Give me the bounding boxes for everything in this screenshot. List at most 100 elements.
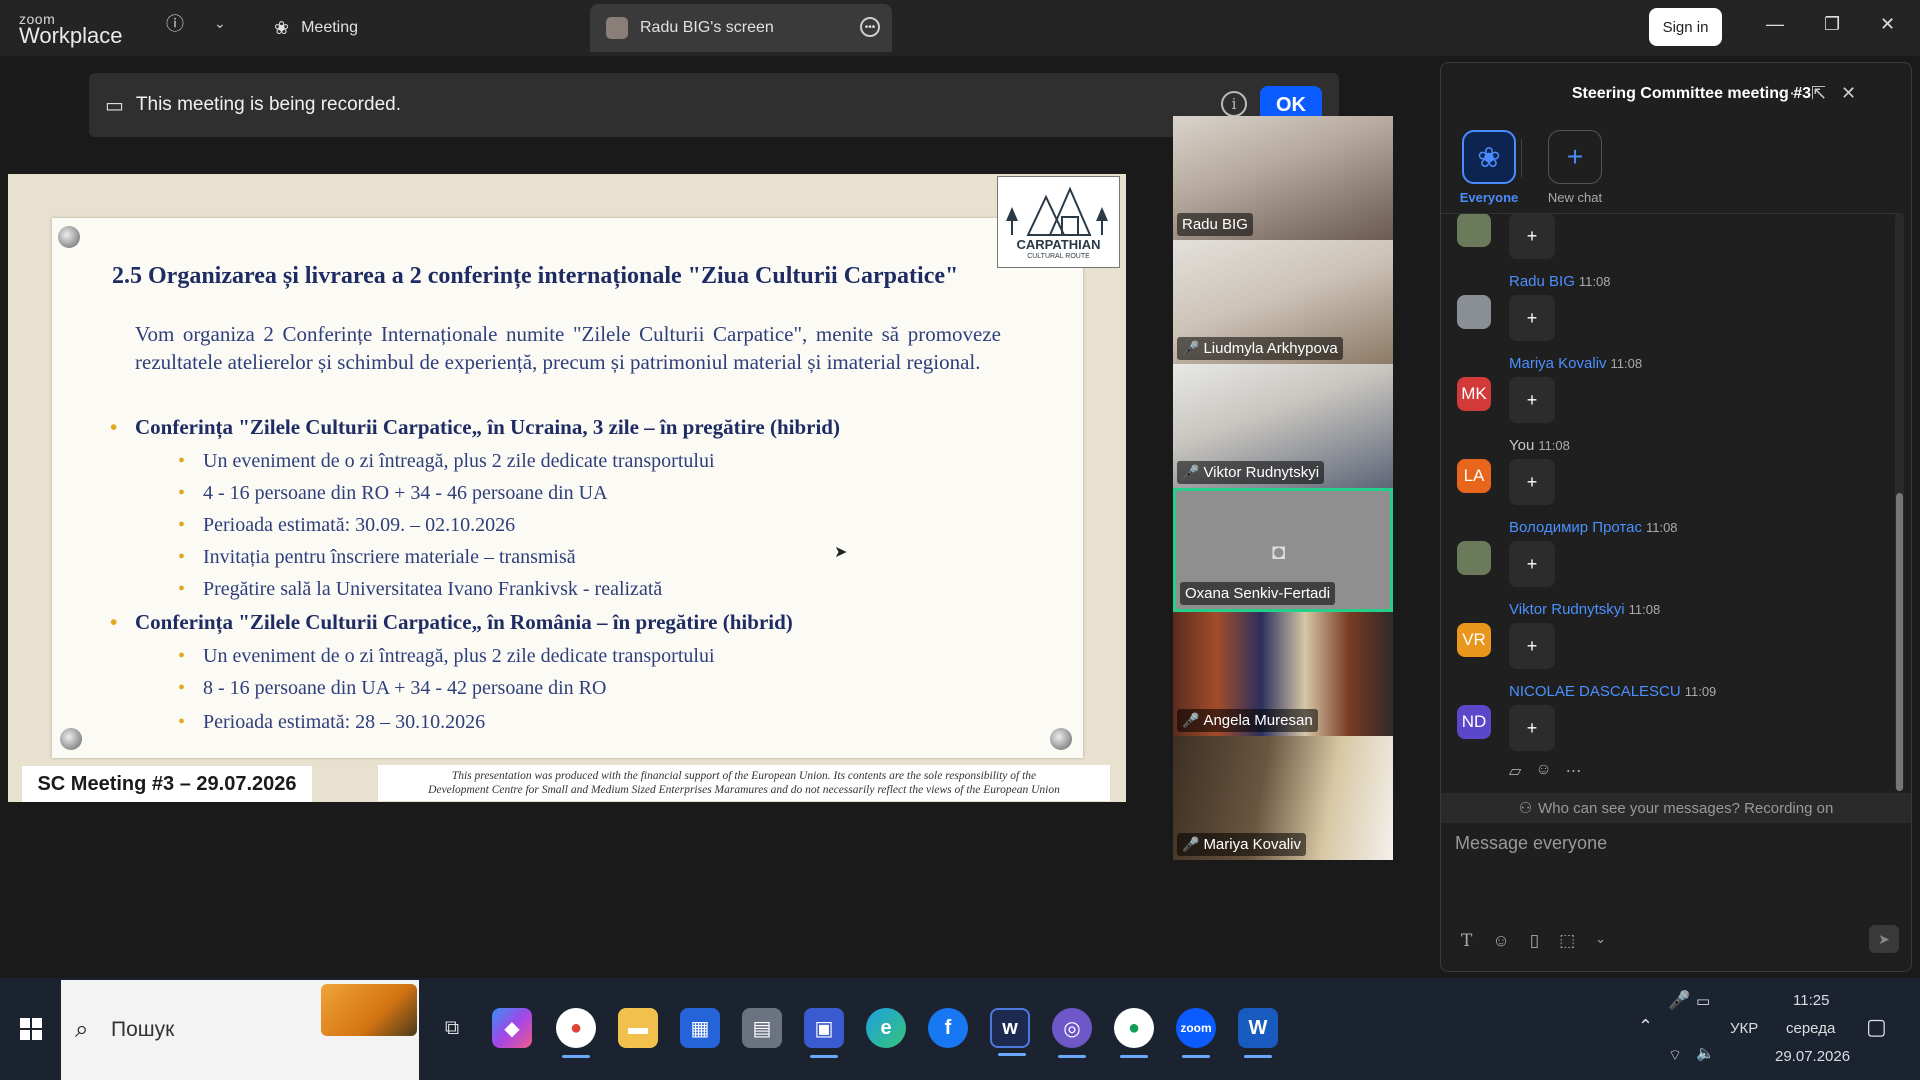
- screenshot-icon[interactable]: ⬚: [1559, 931, 1575, 951]
- video-tile[interactable]: Radu BIG: [1173, 116, 1393, 240]
- channel-everyone[interactable]: ❀ Everyone: [1449, 130, 1529, 205]
- logo-title: CARPATHIAN: [1016, 237, 1101, 252]
- carpathian-logo: CARPATHIAN CULTURAL ROUTE: [997, 176, 1120, 268]
- add-reaction-button[interactable]: +: [1509, 623, 1555, 669]
- search-placeholder: Пошук: [111, 1018, 175, 1041]
- windows-start-icon[interactable]: [20, 1018, 42, 1040]
- chevron-up-icon[interactable]: ⌃: [1638, 1016, 1653, 1037]
- add-reaction-button[interactable]: +: [1509, 459, 1555, 505]
- privacy-notice[interactable]: ⚇ Who can see your messages? Recording o…: [1441, 793, 1911, 823]
- info-icon[interactable]: i: [1221, 91, 1247, 117]
- add-reaction-button[interactable]: +: [1509, 705, 1555, 751]
- video-tile[interactable]: 🎤 Angela Muresan: [1173, 612, 1393, 736]
- info-icon[interactable]: ⓘ: [166, 15, 184, 33]
- video-tile-active-speaker[interactable]: ◘ Oxana Senkiv-Fertadi: [1173, 488, 1393, 612]
- clock-date[interactable]: 29.07.2026: [1775, 1048, 1850, 1065]
- sender-label: NICOLAE DASCALESCU: [1509, 683, 1681, 700]
- chevron-down-icon[interactable]: ⌄: [214, 16, 226, 30]
- sender-name[interactable]: Mariya Kovaliv 11:08: [1509, 355, 1642, 372]
- restore-icon[interactable]: ❐: [1824, 14, 1840, 35]
- word-icon[interactable]: W: [1238, 1008, 1278, 1058]
- message-time: 11:08: [1645, 520, 1678, 535]
- add-reaction-button[interactable]: +: [1509, 214, 1555, 259]
- clock-time[interactable]: 11:25: [1793, 992, 1829, 1009]
- edge-icon[interactable]: e: [866, 1008, 906, 1048]
- chevron-down-icon[interactable]: ⌄: [1595, 931, 1606, 951]
- sender-label: Viktor Rudnytskyi: [1509, 601, 1625, 618]
- pop-out-icon[interactable]: ⇱: [1811, 83, 1826, 104]
- slide-title: 2.5 Organizarea și livrarea a 2 conferin…: [112, 263, 959, 289]
- disclaimer-line: This presentation was produced with the …: [451, 770, 1037, 782]
- chrome-profile-icon[interactable]: ●: [1114, 1008, 1154, 1058]
- video-tile[interactable]: 🎤 Mariya Kovaliv: [1173, 736, 1393, 860]
- paw-icon: ❀: [274, 17, 290, 38]
- save-app-icon[interactable]: ▣: [804, 1008, 844, 1058]
- search-icon: ⌕: [75, 1016, 89, 1043]
- tab-meeting[interactable]: ❀ Meeting: [258, 4, 578, 52]
- minimize-icon[interactable]: —: [1766, 14, 1784, 35]
- channel-new-chat[interactable]: + New chat: [1535, 130, 1615, 205]
- channel-divider: [1521, 139, 1522, 177]
- message-input[interactable]: Message everyone: [1455, 833, 1607, 854]
- facebook-icon[interactable]: f: [928, 1008, 968, 1048]
- bullet-item: Perioada estimată: 30.09. – 02.10.2026: [178, 514, 515, 537]
- sender-name[interactable]: NICOLAE DASCALESCU 11:09: [1509, 683, 1716, 700]
- calendar-icon[interactable]: ▦: [680, 1008, 720, 1048]
- add-reaction-button[interactable]: +: [1509, 377, 1555, 423]
- more-icon[interactable]: ⋯: [1566, 761, 1582, 781]
- text-format-icon[interactable]: T: [1461, 931, 1472, 951]
- scrollbar-thumb[interactable]: [1896, 493, 1903, 791]
- more-options-icon[interactable]: ⋯: [1777, 83, 1795, 104]
- file-explorer-icon[interactable]: ▬: [618, 1008, 658, 1048]
- volume-icon[interactable]: 🔈: [1696, 1044, 1715, 1062]
- participant-name: Oxana Senkiv-Fertadi: [1180, 582, 1336, 605]
- emoji-icon[interactable]: ☺: [1492, 931, 1509, 951]
- notifications-icon[interactable]: ▢: [1866, 1014, 1887, 1040]
- video-tile[interactable]: 🎤 Viktor Rudnytskyi: [1173, 364, 1393, 488]
- recording-banner: ▭ This meeting is being recorded. i OK: [89, 73, 1339, 137]
- sender-name[interactable]: Radu BIG 11:08: [1509, 273, 1610, 290]
- search-highlight-image[interactable]: [321, 984, 417, 1036]
- copilot-icon[interactable]: ◆: [492, 1008, 532, 1048]
- task-view-icon[interactable]: ⧉: [432, 1008, 472, 1048]
- slide-intro: Vom organiza 2 Conferințe Internaționale…: [135, 322, 1001, 374]
- close-icon[interactable]: ✕: [1841, 83, 1856, 104]
- participant-name: Radu BIG: [1177, 213, 1253, 236]
- clock-weekday[interactable]: середа: [1786, 1020, 1835, 1037]
- close-icon[interactable]: ✕: [1880, 14, 1895, 35]
- video-tile[interactable]: 🎤 Liudmyla Arkhypova: [1173, 240, 1393, 364]
- viber-icon[interactable]: ◎: [1052, 1008, 1092, 1058]
- wifi-icon[interactable]: ⌔: [1668, 1046, 1682, 1065]
- chrome-icon[interactable]: ●: [556, 1008, 596, 1058]
- bullet-item: Pregătire sală la Universitatea Ivano Fr…: [178, 578, 662, 601]
- reply-icon[interactable]: ▱: [1509, 761, 1521, 781]
- calculator-icon[interactable]: ▤: [742, 1008, 782, 1048]
- chat-message: LA You 11:08 +: [1441, 437, 1891, 517]
- participant-label: Liudmyla Arkhypova: [1203, 340, 1338, 357]
- chat-message: +: [1441, 214, 1891, 271]
- sign-in-button[interactable]: Sign in: [1649, 8, 1722, 46]
- add-reaction-button[interactable]: +: [1509, 541, 1555, 587]
- send-icon[interactable]: ➤: [1869, 925, 1899, 953]
- logo-subtitle: CULTURAL ROUTE: [1027, 253, 1090, 260]
- zoom-icon[interactable]: zoom: [1176, 1008, 1216, 1058]
- tab-shared-screen[interactable]: Radu BIG's screen •••: [590, 4, 892, 52]
- video-camera-icon: ▭: [105, 94, 124, 117]
- chat-message: MK Mariya Kovaliv 11:08 +: [1441, 355, 1891, 435]
- tab-label: Radu BIG's screen: [640, 19, 774, 36]
- language-indicator[interactable]: УКР: [1730, 1020, 1758, 1037]
- chat-scrollbar[interactable]: [1895, 213, 1904, 791]
- battery-icon[interactable]: ▭: [1696, 992, 1710, 1010]
- microphone-icon[interactable]: 🎤: [1668, 990, 1690, 1011]
- chat-title: Steering Committee meeting #3: [1571, 85, 1811, 102]
- message-list: + Radu BIG 11:08 + MK Mariya Kovaliv 11:08…: [1441, 213, 1899, 785]
- taskbar-search[interactable]: ⌕ Пошук: [61, 980, 419, 1080]
- bullet-item: 8 - 16 persoane din UA + 34 - 42 persoan…: [178, 677, 606, 700]
- emoji-reaction-icon[interactable]: ☺: [1535, 761, 1551, 781]
- sender-name[interactable]: Володимир Протас 11:08: [1509, 519, 1678, 536]
- more-options-icon[interactable]: •••: [860, 17, 880, 37]
- webex-icon[interactable]: w: [990, 1008, 1030, 1056]
- file-icon[interactable]: ▯: [1530, 931, 1539, 951]
- sender-name[interactable]: Viktor Rudnytskyi 11:08: [1509, 601, 1660, 618]
- add-reaction-button[interactable]: +: [1509, 295, 1555, 341]
